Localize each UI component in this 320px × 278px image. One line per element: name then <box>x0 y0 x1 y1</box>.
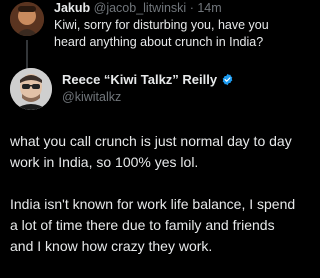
avatar[interactable] <box>10 68 52 110</box>
avatar[interactable] <box>10 2 44 36</box>
tweet-paragraph-1: what you call crunch is just normal day … <box>10 133 292 170</box>
reply-author-name[interactable]: Jakub <box>54 1 90 15</box>
main-author-name-row[interactable]: Reece “Kiwi Talkz” Reilly <box>62 72 234 87</box>
avatar-image <box>10 2 44 36</box>
reply-timestamp[interactable]: 14m <box>197 1 221 15</box>
main-tweet-text: what you call crunch is just normal day … <box>10 131 298 278</box>
separator-dot: · <box>189 1 194 15</box>
main-author-handle[interactable]: @kiwitalkz <box>62 90 121 104</box>
tweet-paragraph-2: India isn't known for work life balance,… <box>10 196 296 254</box>
avatar-image <box>10 68 52 110</box>
thread-line <box>26 40 28 70</box>
verified-badge-icon <box>222 73 233 86</box>
main-tweet-header: Reece “Kiwi Talkz” Reilly @kiwitalkz <box>0 68 300 114</box>
reply-header: Jakub @jacob_litwinski · 14m <box>54 1 222 15</box>
reply-text: Kiwi, sorry for disturbing you, have you… <box>54 18 269 49</box>
main-author-name[interactable]: Reece “Kiwi Talkz” Reilly <box>62 72 217 87</box>
reply-tweet[interactable]: Jakub @jacob_litwinski · 14m Kiwi, sorry… <box>0 0 300 72</box>
reply-author-handle[interactable]: @jacob_litwinski <box>94 1 187 15</box>
